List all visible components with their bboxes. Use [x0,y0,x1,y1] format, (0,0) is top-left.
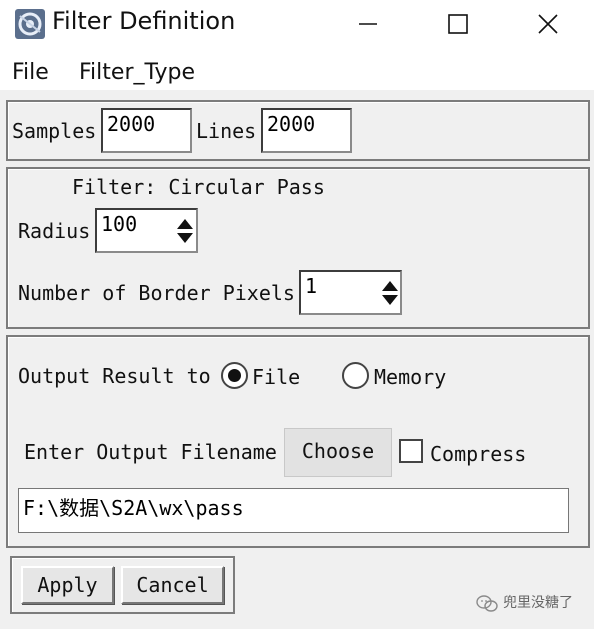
output-filename-label: Enter Output Filename [24,440,277,464]
compress-checkbox[interactable] [399,439,423,463]
radio-file[interactable] [221,362,248,389]
maximize-button[interactable] [426,0,490,48]
close-icon [538,14,558,34]
radius-spin-arrows-icon[interactable] [175,216,195,246]
window-title: Filter Definition [52,7,236,35]
cancel-button[interactable]: Cancel [121,566,224,604]
choose-button[interactable]: Choose [284,428,392,477]
menu-bar: File Filter_Type [0,48,594,90]
radio-file-label[interactable]: File [252,365,300,389]
filter-definition-window: Filter Definition File Filter_Type Sampl… [0,0,594,629]
menu-filter-type[interactable]: Filter_Type [79,60,195,85]
filter-title: Filter: Circular Pass [72,175,325,199]
radio-selected-dot [228,369,241,382]
radio-memory[interactable] [342,362,369,389]
radius-label: Radius [18,219,91,243]
output-result-label: Output Result to [18,364,211,388]
lines-input[interactable]: 2000 [261,108,352,153]
watermark-text: 兜里没糖了 [503,595,573,611]
menu-file[interactable]: File [12,60,49,85]
minimize-button[interactable] [336,0,400,48]
compress-label[interactable]: Compress [430,442,526,466]
border-spin-arrows-icon[interactable] [380,278,400,308]
maximize-icon [448,14,468,34]
border-pixels-label: Number of Border Pixels [18,281,295,305]
samples-label: Samples [12,119,97,143]
lines-label: Lines [196,119,257,143]
output-filename-input[interactable]: F:\数据\S2A\wx\pass [18,488,569,533]
idl-logo-icon [15,9,45,39]
close-button[interactable] [516,0,580,48]
samples-input[interactable]: 2000 [101,108,192,153]
minimize-icon [359,23,377,25]
wechat-icon [476,595,498,612]
radio-memory-label[interactable]: Memory [374,365,446,389]
apply-button[interactable]: Apply [21,566,114,604]
title-bar: Filter Definition [0,0,594,48]
